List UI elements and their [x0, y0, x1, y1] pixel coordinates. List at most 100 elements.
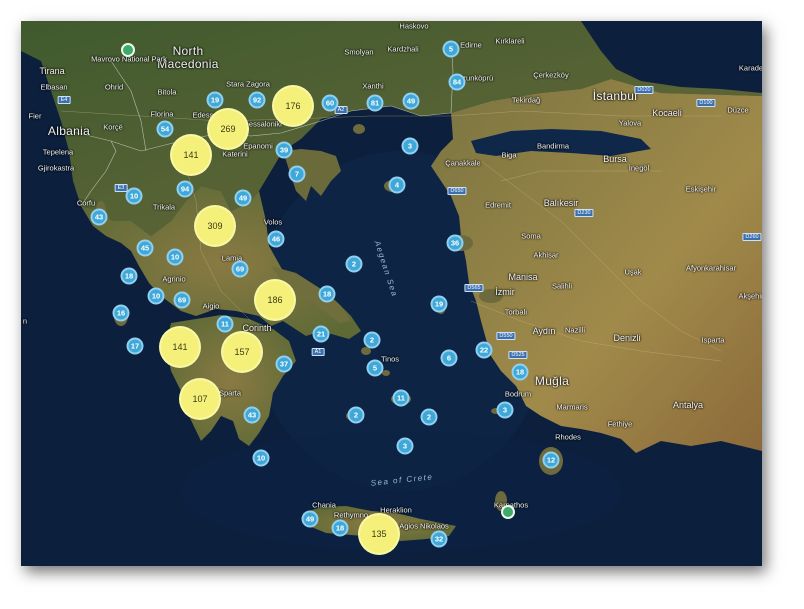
place-label-ohrid: Ohrid [104, 82, 124, 92]
cluster-small[interactable]: 49 [234, 189, 252, 207]
place-label-agrinio: Agrinio [162, 274, 186, 284]
cluster-small[interactable]: 18 [120, 267, 138, 285]
place-label-chania: Chania [312, 500, 336, 510]
cluster-small[interactable]: 17 [126, 337, 144, 355]
cluster-small[interactable]: 10 [166, 248, 184, 266]
cluster-small[interactable]: 5 [442, 40, 460, 58]
cluster-small[interactable]: 54 [156, 120, 174, 138]
cluster-small[interactable]: 11 [216, 315, 234, 333]
cluster-small[interactable]: 10 [252, 449, 270, 467]
place-label-bandirma: Bandirma [536, 141, 570, 151]
cluster-large[interactable]: 107 [179, 378, 221, 420]
place-label-izmir: İzmir [495, 287, 515, 297]
cluster-small[interactable]: 32 [430, 530, 448, 548]
cluster-large[interactable]: 135 [358, 513, 400, 555]
cluster-small[interactable]: 45 [136, 239, 154, 257]
cluster-small[interactable]: 2 [345, 255, 363, 273]
cluster-small[interactable]: 39 [275, 141, 293, 159]
cluster-small[interactable]: 81 [366, 94, 384, 112]
cluster-large[interactable]: 176 [272, 85, 314, 127]
location-marker[interactable] [501, 505, 515, 519]
cluster-large[interactable]: 186 [254, 279, 296, 321]
place-label-corfu: Corfu [76, 198, 96, 208]
cluster-small[interactable]: 49 [301, 510, 319, 528]
place-label-bitola: Bitola [157, 87, 177, 97]
place-label-edirne: Edirne [460, 40, 482, 50]
cluster-small[interactable]: 43 [243, 406, 261, 424]
road-badge-d230: D230 [574, 209, 594, 217]
cluster-large[interactable]: 269 [207, 108, 249, 150]
place-label-usak: Uşak [624, 267, 642, 277]
cluster-small[interactable]: 2 [347, 406, 365, 424]
cluster-small[interactable]: 22 [475, 341, 493, 359]
place-label-agios-nikolaos: Agios Nikolaos [399, 521, 449, 531]
cluster-small[interactable]: 49 [402, 92, 420, 110]
place-label-manisa: Manisa [508, 272, 538, 282]
place-label-korce: Korçë [103, 122, 123, 132]
cluster-small[interactable]: 16 [112, 304, 130, 322]
place-label-elbasan: Elbasan [40, 82, 68, 92]
place-label-volos: Volos [263, 217, 283, 227]
place-label-denizli: Denizli [613, 333, 641, 343]
cluster-small[interactable]: 60 [321, 94, 339, 112]
cluster-small[interactable]: 92 [248, 91, 266, 109]
place-label-antalya: Antalya [672, 400, 704, 410]
cluster-small[interactable]: 3 [396, 437, 414, 455]
cluster-small[interactable]: 43 [90, 208, 108, 226]
place-label-aigio: Aigio [202, 301, 220, 311]
cluster-small[interactable]: 18 [511, 363, 529, 381]
place-label-kirklareli: Kırklareli [495, 36, 525, 46]
cluster-small[interactable]: 21 [312, 325, 330, 343]
cluster-small[interactable]: 7 [288, 165, 306, 183]
cluster-small[interactable]: 37 [275, 355, 293, 373]
cluster-small[interactable]: 94 [176, 180, 194, 198]
cluster-small[interactable]: 18 [331, 519, 349, 537]
cluster-small[interactable]: 3 [401, 137, 419, 155]
place-label-cerkezkoy: Çerkezköy [533, 70, 569, 80]
cluster-large[interactable]: 141 [159, 326, 201, 368]
location-marker[interactable] [121, 43, 135, 57]
cluster-small[interactable]: 19 [206, 91, 224, 109]
cluster-small[interactable]: 36 [446, 234, 464, 252]
cluster-small[interactable]: 11 [392, 389, 410, 407]
place-label-epanomi: Epanomi [243, 141, 273, 151]
place-label-yalova: Yalova [618, 118, 642, 128]
map-frame[interactable]: Aegean Sea Sea of Crete Albania North Ma… [21, 21, 762, 566]
cluster-small[interactable]: 69 [231, 260, 249, 278]
place-label-fier: Fier [28, 111, 42, 121]
cluster-small[interactable]: 19 [430, 295, 448, 313]
cluster-small[interactable]: 46 [267, 230, 285, 248]
cluster-small[interactable]: 84 [448, 73, 466, 91]
road-badge-d650: D650 [447, 187, 467, 195]
cluster-small[interactable]: 2 [363, 331, 381, 349]
road-badge-d020: D020 [634, 86, 654, 94]
place-label-balikesir: Balıkesir [543, 198, 579, 208]
cluster-small[interactable]: 6 [440, 349, 458, 367]
cluster-small[interactable]: 3 [496, 401, 514, 419]
road-badge-e3: E3 [114, 184, 128, 192]
place-label-kocaeli: Kocaeli [652, 108, 682, 118]
place-label-biga: Biga [501, 150, 517, 160]
cluster-small[interactable]: 12 [542, 451, 560, 469]
cluster-large[interactable]: 309 [194, 205, 236, 247]
place-label-tekirdag: Tekirdağ [511, 95, 541, 105]
cluster-small[interactable]: 2 [420, 408, 438, 426]
cluster-small[interactable]: 4 [388, 176, 406, 194]
road-badge-a1: A1 [311, 348, 325, 356]
cluster-small[interactable]: 18 [318, 285, 336, 303]
cluster-large[interactable]: 141 [170, 134, 212, 176]
place-label-stara-zagora: Stara Zagora [226, 79, 270, 89]
place-label-haskovo: Haskovo [399, 21, 429, 31]
place-label-rethymno: Rethymno [333, 510, 369, 520]
cluster-small[interactable]: 69 [173, 291, 191, 309]
place-label-tepelena: Tepelena [42, 147, 74, 157]
cluster-small[interactable]: 10 [147, 287, 165, 305]
cluster-small[interactable]: 5 [366, 359, 384, 377]
place-label-bursa: Bursa [603, 154, 627, 164]
cluster-small[interactable]: 10 [125, 187, 143, 205]
place-label-eskisehir: Eskişehir [685, 184, 717, 194]
place-label-rhodes: Rhodes [555, 432, 581, 442]
place-label-smolyan: Smolyan [344, 47, 374, 57]
place-label-katerini: Katerini [222, 149, 248, 159]
cluster-large[interactable]: 157 [221, 331, 263, 373]
